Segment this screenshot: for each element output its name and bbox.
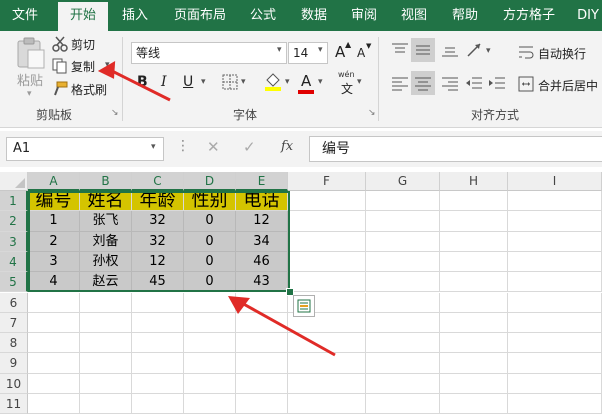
arrow-head-copy: [97, 60, 116, 79]
annotation-arrows: [97, 60, 336, 357]
arrow-to-selection: [239, 300, 336, 357]
arrow-to-copy: [109, 68, 171, 102]
